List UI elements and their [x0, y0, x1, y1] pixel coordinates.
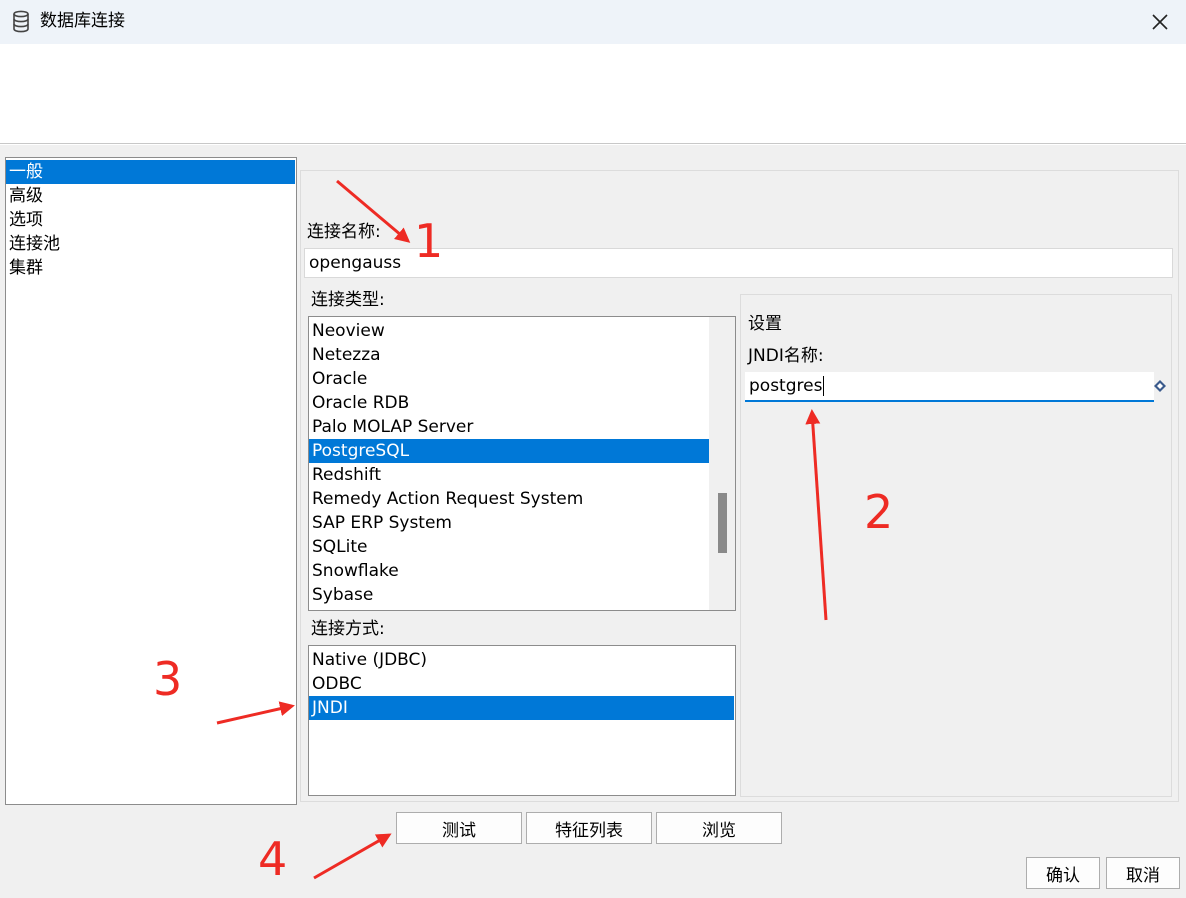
annotation-label-3: 3 — [153, 652, 183, 706]
connection-method-label: 连接方式: — [311, 619, 385, 639]
jndi-name-input[interactable]: postgres — [745, 372, 1154, 402]
jndi-name-label: JNDI名称: — [748, 346, 824, 366]
annotation-label-1: 1 — [414, 214, 444, 268]
variable-icon[interactable] — [1153, 378, 1167, 392]
list-item[interactable]: ODBC — [309, 672, 734, 696]
nav-item-options[interactable]: 选项 — [6, 208, 295, 232]
dialog-banner — [0, 44, 1186, 144]
list-item[interactable]: Neoview — [309, 319, 709, 343]
nav-item-clustering[interactable]: 集群 — [6, 256, 295, 280]
connection-name-label: 连接名称: — [307, 222, 381, 242]
list-item[interactable]: Remedy Action Request System — [309, 487, 709, 511]
connection-method-list[interactable]: Native (JDBC) ODBC JNDI — [308, 645, 736, 796]
list-item[interactable]: Oracle RDB — [309, 391, 709, 415]
browse-button[interactable]: 浏览 — [656, 812, 782, 844]
nav-item-advanced[interactable]: 高级 — [6, 184, 295, 208]
settings-group — [740, 294, 1172, 797]
list-item[interactable]: Snowflake — [309, 559, 709, 583]
scrollbar-thumb[interactable] — [718, 493, 727, 553]
window-title: 数据库连接 — [40, 11, 125, 31]
test-button[interactable]: 测试 — [396, 812, 522, 844]
nav-item-general[interactable]: 一般 — [6, 160, 295, 184]
list-item[interactable]: SAP ERP System — [309, 511, 709, 535]
close-button[interactable] — [1140, 6, 1180, 38]
title-bar: 数据库连接 — [0, 0, 1186, 44]
settings-title: 设置 — [748, 314, 782, 334]
list-item[interactable]: Redshift — [309, 463, 709, 487]
list-item[interactable]: Sybase — [309, 583, 709, 607]
text-caret — [823, 376, 825, 396]
list-item[interactable]: Native (JDBC) — [309, 648, 734, 672]
annotation-label-4: 4 — [258, 832, 288, 886]
database-icon — [11, 10, 31, 34]
list-item[interactable]: Oracle — [309, 367, 709, 391]
feature-list-button[interactable]: 特征列表 — [526, 812, 652, 844]
close-icon[interactable] — [1151, 13, 1169, 31]
vertical-scrollbar[interactable] — [709, 317, 735, 610]
connection-type-label: 连接类型: — [311, 290, 385, 310]
ok-button[interactable]: 确认 — [1026, 857, 1100, 889]
list-item[interactable]: PostgreSQL — [309, 439, 709, 463]
nav-item-pooling[interactable]: 连接池 — [6, 232, 295, 256]
list-item[interactable]: Palo MOLAP Server — [309, 415, 709, 439]
cancel-button[interactable]: 取消 — [1106, 857, 1180, 889]
jndi-name-value: postgres — [749, 376, 823, 396]
category-nav-list[interactable]: 一般 高级 选项 连接池 集群 — [5, 157, 297, 805]
list-item[interactable]: JNDI — [309, 696, 734, 720]
list-item[interactable]: SQLite — [309, 535, 709, 559]
connection-type-list[interactable]: Neoview Netezza Oracle Oracle RDB Palo M… — [308, 316, 736, 611]
annotation-label-2: 2 — [864, 485, 894, 539]
list-item[interactable]: Netezza — [309, 343, 709, 367]
